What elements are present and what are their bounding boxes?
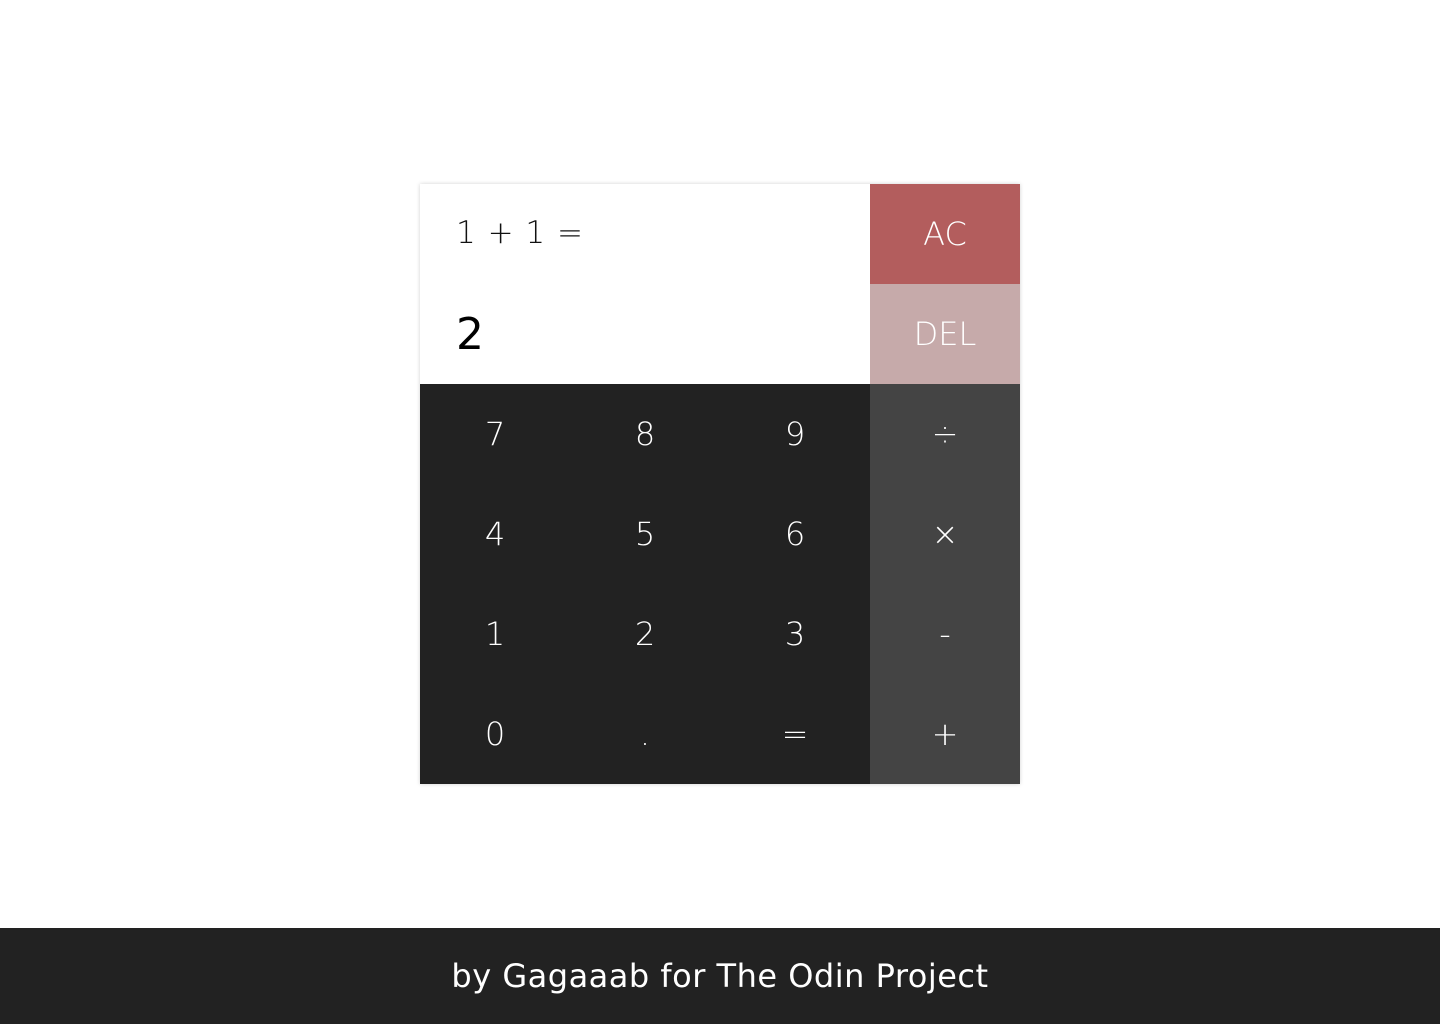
key-4[interactable]: 4 bbox=[420, 484, 570, 584]
calculator-display: 1 + 1 = 2 bbox=[420, 184, 870, 384]
key-2[interactable]: 2 bbox=[570, 584, 720, 684]
all-clear-button[interactable]: AC bbox=[870, 184, 1020, 284]
key-6[interactable]: 6 bbox=[720, 484, 870, 584]
delete-button[interactable]: DEL bbox=[870, 284, 1020, 384]
divide-button[interactable]: ÷ bbox=[870, 384, 1020, 484]
decimal-button[interactable]: . bbox=[570, 684, 720, 784]
key-5[interactable]: 5 bbox=[570, 484, 720, 584]
multiply-button[interactable]: × bbox=[870, 484, 1020, 584]
add-button[interactable]: + bbox=[870, 684, 1020, 784]
footer-credit[interactable]: by Gagaaab for The Odin Project bbox=[451, 957, 988, 995]
previous-operation: 1 + 1 = bbox=[456, 215, 584, 251]
page: 1 + 1 = 2 AC DEL 7 8 9 ÷ 4 5 6 × 1 2 3 -… bbox=[0, 0, 1440, 1024]
key-8[interactable]: 8 bbox=[570, 384, 720, 484]
key-3[interactable]: 3 bbox=[720, 584, 870, 684]
current-value: 2 bbox=[456, 309, 484, 360]
footer: by Gagaaab for The Odin Project bbox=[0, 928, 1440, 1024]
key-0[interactable]: 0 bbox=[420, 684, 570, 784]
subtract-button[interactable]: - bbox=[870, 584, 1020, 684]
key-9[interactable]: 9 bbox=[720, 384, 870, 484]
key-7[interactable]: 7 bbox=[420, 384, 570, 484]
key-1[interactable]: 1 bbox=[420, 584, 570, 684]
calculator: 1 + 1 = 2 AC DEL 7 8 9 ÷ 4 5 6 × 1 2 3 -… bbox=[420, 184, 1020, 784]
equals-button[interactable]: = bbox=[720, 684, 870, 784]
